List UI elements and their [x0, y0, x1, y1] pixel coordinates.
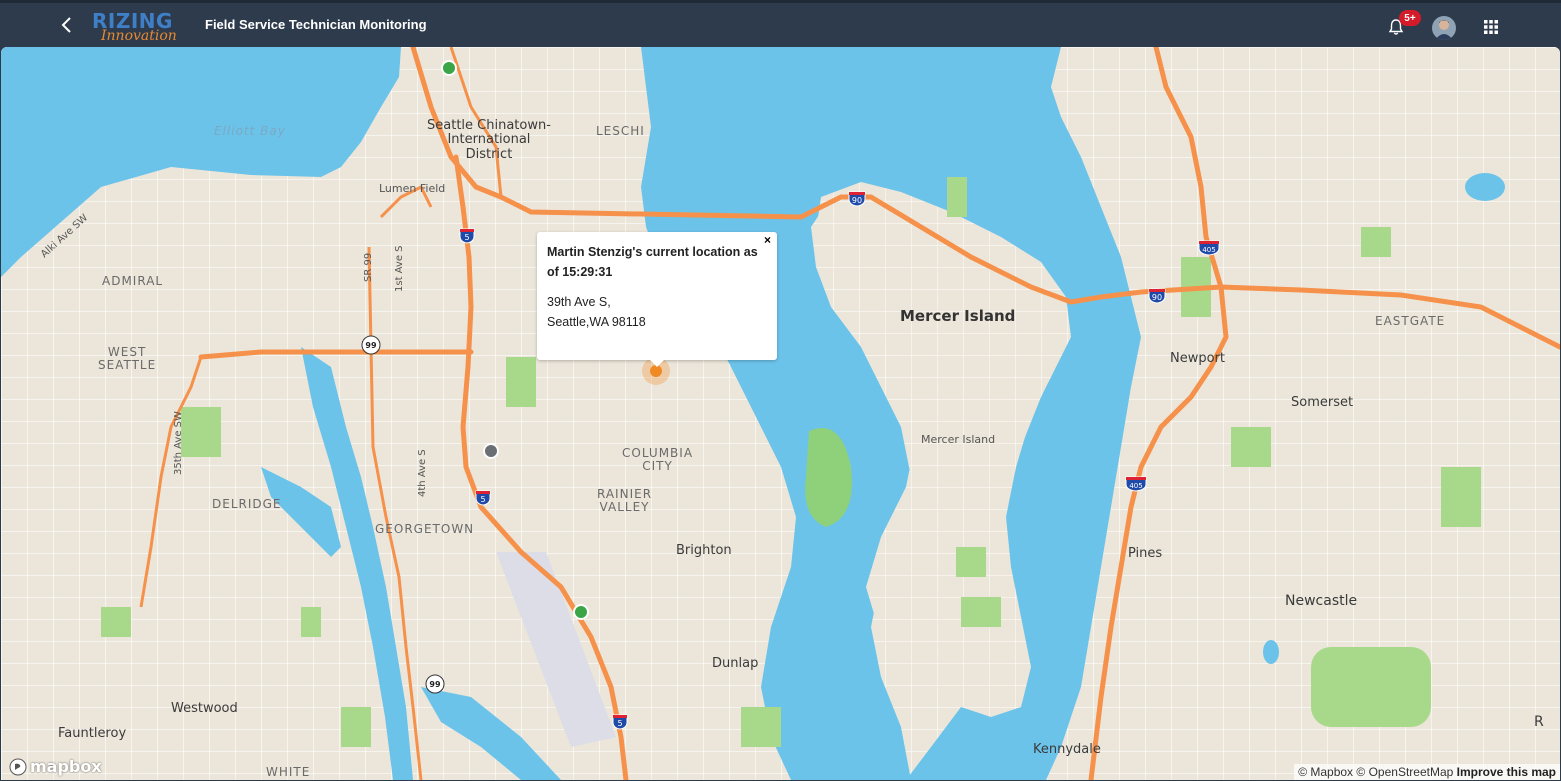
technician-marker-south[interactable]	[573, 604, 589, 620]
sr99-shield-b-text: 99	[429, 680, 441, 689]
label-newcastle: Newcastle	[1285, 593, 1358, 609]
map-attribution: © Mapbox © OpenStreetMap Improve this ma…	[1294, 764, 1560, 780]
label-somerset: Somerset	[1291, 395, 1354, 410]
i90-shield-b-text: 90	[1152, 293, 1162, 302]
i5-shield-icon: 5	[612, 714, 628, 730]
mapbox-icon	[9, 758, 27, 775]
app-title: Field Service Technician Monitoring	[205, 17, 427, 32]
popup-close-button[interactable]: ×	[764, 233, 771, 247]
back-button[interactable]	[56, 13, 78, 37]
i405-shield-icon: 405	[1125, 476, 1147, 492]
sr99-shield-a-text: 99	[365, 341, 377, 350]
i405-shield-a-text: 405	[1202, 246, 1215, 254]
label-kennydale: Kennydale	[1033, 742, 1101, 757]
popup-title: Martin Stenzig's current location as of …	[547, 245, 758, 279]
i405-shield-b-text: 405	[1129, 482, 1142, 490]
label-admiral: ADMIRAL	[102, 274, 164, 288]
i5-shield-icon: 5	[459, 228, 475, 244]
map-base	[1, 47, 1560, 780]
label-mercer-island-small: Mercer Island	[921, 433, 996, 446]
technician-marker-north[interactable]	[441, 60, 457, 76]
label-4th-ave: 4th Ave S	[417, 449, 428, 497]
improve-map-link[interactable]: Improve this map	[1457, 765, 1556, 779]
label-pines: Pines	[1128, 546, 1163, 561]
i5-shield-a-text: 5	[464, 233, 469, 242]
label-white-center: WHITE	[266, 765, 311, 779]
label-1st-ave: 1st Ave S	[394, 245, 405, 292]
attribution-mapbox-link[interactable]: © Mapbox	[1298, 765, 1353, 779]
label-westwood: Westwood	[171, 701, 238, 716]
notification-badge: 5+	[1399, 10, 1421, 26]
avatar[interactable]	[1432, 16, 1456, 40]
label-georgetown: GEORGETOWN	[375, 522, 475, 536]
popup-address-line2: Seattle,WA 98118	[547, 315, 646, 329]
apps-button[interactable]	[1483, 19, 1499, 35]
label-leschi: LESCHI	[596, 124, 645, 138]
mapbox-logo[interactable]: mapbox	[9, 757, 102, 776]
label-dunlap: Dunlap	[712, 656, 759, 671]
i90-shield-icon: 90	[848, 191, 866, 207]
popup-address: 39th Ave S, Seattle,WA 98118	[547, 292, 767, 332]
label-rainier-valley: RAINIER VALLEY	[597, 487, 653, 515]
label-lumen-field: Lumen Field	[379, 182, 446, 195]
label-chinatown: Seattle Chinatown- International Distric…	[427, 118, 551, 162]
company-logo[interactable]: RIZING Innovation	[90, 9, 190, 45]
technician-marker-gray[interactable]	[483, 443, 499, 459]
label-mercer-island-large: Mercer Island	[900, 307, 1016, 325]
popup-tip	[650, 360, 664, 367]
label-eastgate: EASTGATE	[1375, 314, 1446, 328]
i90-shield-icon: 90	[1148, 288, 1166, 304]
label-brighton: Brighton	[676, 543, 732, 558]
label-elliott-bay: Elliott Bay	[214, 124, 286, 138]
sr99-shield-icon: 99	[361, 335, 381, 355]
location-popup: × Martin Stenzig's current location as o…	[537, 232, 777, 367]
label-35th-ave: 35th Ave SW	[173, 411, 184, 475]
label-fauntleroy: Fauntleroy	[58, 726, 127, 741]
attribution-osm-link[interactable]: © OpenStreetMap	[1356, 765, 1453, 779]
mapbox-logo-text: mapbox	[30, 757, 102, 776]
shell-bar: RIZING Innovation Field Service Technici…	[0, 0, 1561, 47]
label-west-seattle: WEST SEATTLE	[98, 345, 157, 373]
label-sr99-road: SR 99	[363, 252, 374, 282]
i405-shield-icon: 405	[1198, 240, 1220, 256]
i5-shield-b-text: 5	[480, 495, 485, 504]
i90-shield-a-text: 90	[852, 196, 862, 205]
map-canvas[interactable]: Elliott Bay Seattle Chinatown- Internati…	[1, 47, 1560, 780]
label-delridge: DELRIDGE	[212, 497, 282, 511]
chevron-left-icon	[61, 17, 71, 33]
popup-address-line1: 39th Ave S,	[547, 295, 611, 309]
label-renton: R	[1534, 714, 1544, 730]
label-columbia-city: COLUMBIA CITY	[622, 446, 694, 474]
i5-shield-c-text: 5	[617, 719, 622, 728]
i5-shield-icon: 5	[475, 490, 491, 506]
grid-icon	[1484, 20, 1498, 34]
sr99-shield-icon: 99	[425, 674, 445, 694]
logo-bottom-text: Innovation	[101, 28, 177, 44]
label-newport: Newport	[1170, 351, 1226, 366]
